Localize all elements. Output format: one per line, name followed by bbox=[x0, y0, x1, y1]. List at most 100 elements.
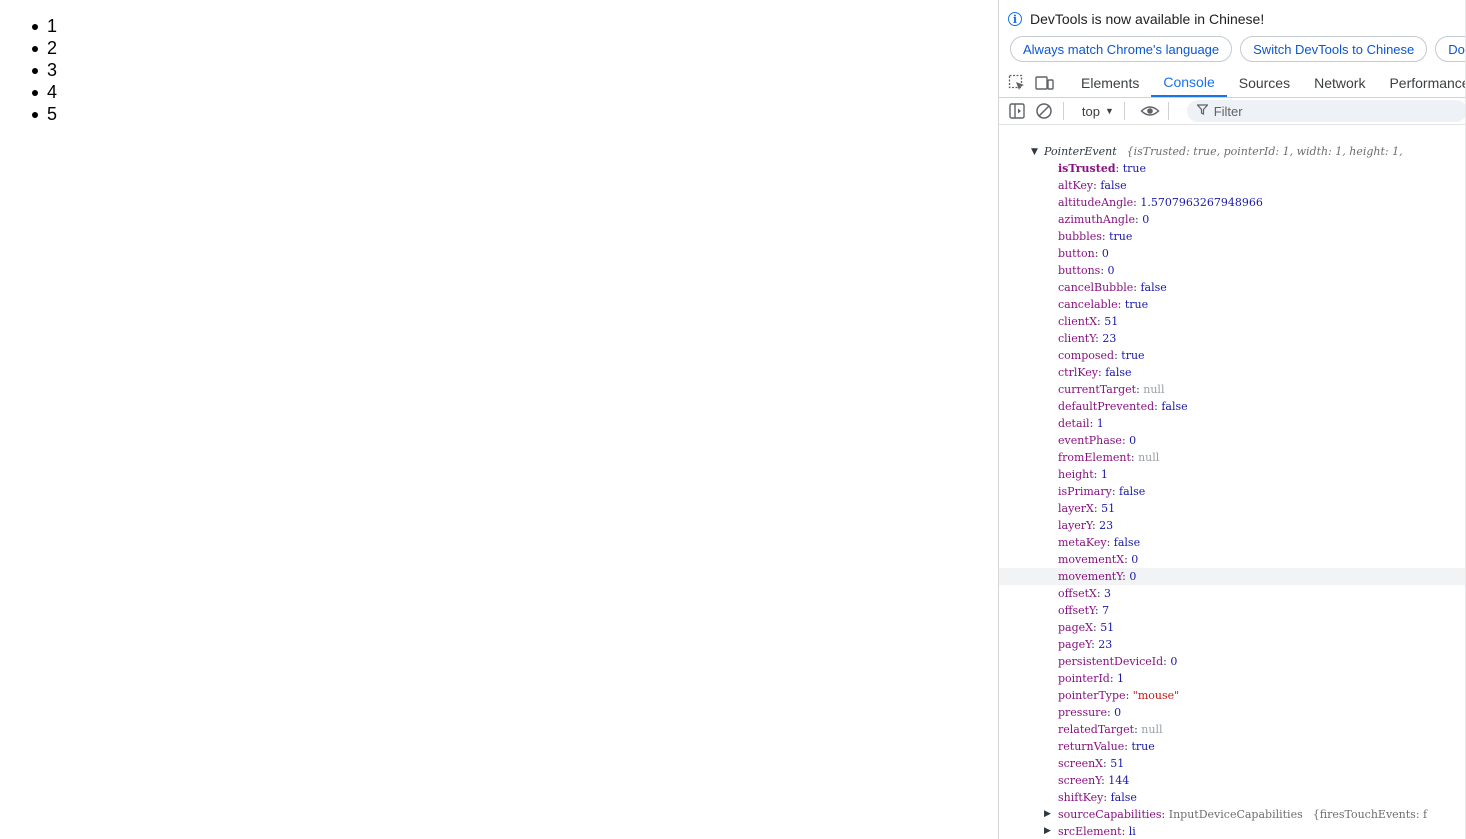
property-colon: : bbox=[1103, 791, 1111, 804]
property-value: 144 bbox=[1108, 774, 1130, 787]
property-value: 0 bbox=[1101, 247, 1109, 260]
tab-performance[interactable]: Performance bbox=[1377, 69, 1466, 97]
property-key: metaKey bbox=[1058, 536, 1107, 549]
console-property-row: cancelable: true bbox=[999, 296, 1466, 313]
property-value: 51 bbox=[1104, 315, 1119, 328]
property-key: cancelBubble bbox=[1058, 281, 1134, 294]
property-key: pointerId bbox=[1058, 672, 1110, 685]
property-value: 23 bbox=[1099, 519, 1114, 532]
inspect-element-icon[interactable] bbox=[1008, 74, 1026, 92]
property-key: pressure bbox=[1058, 706, 1107, 719]
property-key: pageX bbox=[1058, 621, 1093, 634]
context-selector[interactable]: top ▼ bbox=[1082, 104, 1114, 119]
object-header[interactable]: ▼ PointerEvent {isTrusted: true, pointer… bbox=[999, 143, 1466, 160]
property-value: 1 bbox=[1096, 417, 1104, 430]
property-value: 23 bbox=[1098, 638, 1113, 651]
property-value: 7 bbox=[1102, 604, 1110, 617]
devtools-tabbar: Elements Console Sources Network Perform… bbox=[999, 69, 1466, 98]
device-toolbar-icon[interactable] bbox=[1035, 74, 1054, 92]
property-key: fromElement bbox=[1058, 451, 1131, 464]
property-key: persistentDeviceId bbox=[1058, 655, 1164, 668]
list-item[interactable]: 3 bbox=[31, 59, 57, 81]
property-value: true bbox=[1131, 740, 1155, 753]
property-key: movementY bbox=[1058, 570, 1123, 583]
filter-input[interactable]: Filter bbox=[1186, 100, 1466, 122]
expand-triangle-icon[interactable]: ▶ bbox=[1044, 806, 1051, 823]
clear-console-icon[interactable] bbox=[1035, 102, 1053, 120]
expand-triangle-icon[interactable]: ▼ bbox=[1031, 147, 1041, 157]
property-key: isPrimary bbox=[1058, 485, 1112, 498]
property-key: screenY bbox=[1058, 774, 1102, 787]
property-key: button bbox=[1058, 247, 1095, 260]
property-value: 1 bbox=[1100, 468, 1108, 481]
property-colon: : bbox=[1125, 689, 1133, 702]
switch-chinese-button[interactable]: Switch DevTools to Chinese bbox=[1240, 36, 1428, 62]
property-colon: : bbox=[1093, 502, 1102, 515]
console-property-row: height: 1 bbox=[999, 466, 1466, 483]
tab-network[interactable]: Network bbox=[1302, 69, 1377, 97]
console-sidebar-icon[interactable] bbox=[1008, 102, 1026, 120]
list-item[interactable]: 2 bbox=[31, 37, 57, 59]
property-key: sourceCapabilities bbox=[1058, 808, 1162, 821]
property-key: pointerType bbox=[1058, 689, 1126, 702]
expand-triangle-icon[interactable]: ▶ bbox=[1044, 823, 1051, 839]
console-property-row: button: 0 bbox=[999, 245, 1466, 262]
tab-console[interactable]: Console bbox=[1151, 69, 1227, 97]
property-value: 1 bbox=[1117, 672, 1125, 685]
caret-down-icon: ▼ bbox=[1104, 106, 1114, 116]
toolbar-divider bbox=[1063, 102, 1064, 120]
property-colon: : bbox=[1100, 264, 1108, 277]
property-key: layerY bbox=[1058, 519, 1092, 532]
context-label: top bbox=[1081, 103, 1100, 119]
console-property-row[interactable]: ▶ sourceCapabilities: InputDeviceCapabili… bbox=[999, 806, 1466, 823]
property-key: currentTarget bbox=[1058, 383, 1137, 396]
property-key: defaultPrevented bbox=[1058, 400, 1155, 413]
console-property-row: currentTarget: null bbox=[999, 381, 1466, 398]
property-colon: : bbox=[1161, 808, 1169, 821]
tab-elements[interactable]: Elements bbox=[1069, 69, 1151, 97]
property-key: returnValue bbox=[1058, 740, 1125, 753]
property-key: clientX bbox=[1058, 315, 1098, 328]
console-property-row: bubbles: true bbox=[999, 228, 1466, 245]
console-property-row: defaultPrevented: false bbox=[999, 398, 1466, 415]
toolbar-divider bbox=[1123, 102, 1125, 120]
property-colon: : bbox=[1093, 468, 1101, 481]
filter-placeholder: Filter bbox=[1213, 103, 1243, 119]
tab-sources[interactable]: Sources bbox=[1227, 69, 1302, 97]
list-item[interactable]: 1 bbox=[31, 15, 57, 37]
property-key: isTrusted bbox=[1058, 162, 1116, 175]
match-language-button[interactable]: Always match Chrome's language bbox=[1010, 36, 1233, 62]
property-value: 0 bbox=[1107, 264, 1115, 277]
property-value: 51 bbox=[1101, 502, 1116, 515]
property-key: bubbles bbox=[1058, 230, 1102, 243]
console-property-row: persistentDeviceId: 0 bbox=[999, 653, 1466, 670]
console-property-row: pageX: 51 bbox=[999, 619, 1466, 636]
property-value: false bbox=[1105, 366, 1132, 379]
property-colon: : bbox=[1117, 298, 1125, 311]
console-property-row: pressure: 0 bbox=[999, 704, 1466, 721]
live-expression-eye-icon[interactable] bbox=[1140, 102, 1160, 120]
property-key: azimuthAngle bbox=[1058, 213, 1135, 226]
console-property-row[interactable]: ▶ srcElement: li bbox=[999, 823, 1466, 839]
console-property-row: clientX: 51 bbox=[999, 313, 1466, 330]
property-value: false bbox=[1161, 400, 1188, 413]
property-colon: : bbox=[1094, 247, 1102, 260]
property-key: layerX bbox=[1058, 502, 1094, 515]
property-value: false bbox=[1110, 791, 1137, 804]
filter-funnel-icon bbox=[1195, 104, 1209, 118]
list-item[interactable]: 5 bbox=[31, 103, 57, 125]
property-value: true bbox=[1121, 349, 1145, 362]
console-property-row: pageY: 23 bbox=[999, 636, 1466, 653]
property-colon: : bbox=[1096, 587, 1105, 600]
property-key: buttons bbox=[1058, 264, 1101, 277]
property-key: srcElement bbox=[1058, 825, 1122, 838]
property-key: offsetX bbox=[1058, 587, 1097, 600]
list-item[interactable]: 4 bbox=[31, 81, 57, 103]
property-key: ctrlKey bbox=[1058, 366, 1099, 379]
property-value: true bbox=[1122, 162, 1146, 175]
property-key: height bbox=[1058, 468, 1094, 481]
property-value: true bbox=[1109, 230, 1133, 243]
dont-show-button[interactable]: Don't bbox=[1435, 36, 1466, 62]
property-colon: : bbox=[1111, 485, 1120, 498]
property-value: false bbox=[1100, 179, 1127, 192]
